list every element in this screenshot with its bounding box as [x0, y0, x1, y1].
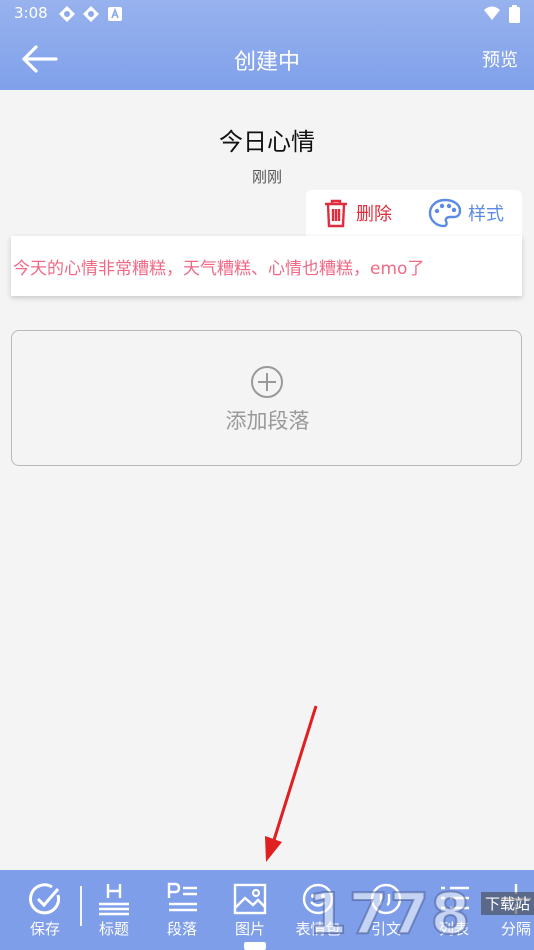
watermark-suffix: 下载站 [480, 892, 534, 915]
preview-button[interactable]: 预览 [482, 46, 518, 72]
palette-icon [428, 198, 462, 228]
style-paragraph-button[interactable]: 样式 [428, 198, 504, 228]
trash-icon [325, 199, 347, 228]
text-notification-icon [108, 7, 122, 21]
watermark: 1778 下载站 [300, 878, 534, 950]
paragraph-actions: 删除 样式 [306, 190, 522, 236]
notification-icons [58, 5, 124, 23]
heading-label: 标题 [98, 920, 129, 938]
page-title: 创建中 [233, 50, 300, 75]
document-title[interactable]: 今日心情 [0, 122, 534, 157]
check-circle-icon [29, 883, 61, 915]
toolbar-divider [80, 886, 82, 926]
heading-icon [99, 884, 129, 916]
system-icons [483, 5, 520, 23]
heading-button[interactable]: 标题 [84, 882, 144, 939]
image-icon [233, 883, 267, 915]
save-label: 保存 [29, 920, 60, 938]
app-notification-icon [83, 6, 99, 22]
add-paragraph-label: 添加段落 [225, 409, 310, 433]
app-bar: 创建中 预览 [0, 28, 534, 90]
plus-circle-icon [251, 366, 283, 398]
status-bar: 3:08 [0, 0, 534, 28]
image-button[interactable]: 图片 [220, 882, 280, 939]
style-label: 样式 [468, 204, 504, 225]
delete-label: 删除 [356, 204, 392, 225]
paragraph-button[interactable]: 段落 [152, 882, 212, 939]
paragraph-icon [167, 882, 197, 912]
battery-icon [509, 5, 520, 23]
paragraph-text: 今天的心情非常糟糕，天气糟糕、心情也糟糕，emo了 [13, 259, 425, 279]
app-notification-icon [59, 6, 75, 22]
delete-paragraph-button[interactable]: 删除 [322, 198, 392, 228]
selected-tab-indicator [244, 942, 266, 950]
status-time: 3:08 [14, 4, 48, 22]
paragraph-label: 段落 [166, 920, 197, 938]
image-label: 图片 [234, 920, 265, 938]
document-timestamp: 刚刚 [251, 168, 282, 186]
add-paragraph-button[interactable]: 添加段落 [11, 330, 522, 466]
header: 3:08 创建中 预览 [0, 0, 534, 90]
paragraph-block[interactable]: 今天的心情非常糟糕，天气糟糕、心情也糟糕，emo了 [11, 236, 522, 296]
wifi-icon [484, 6, 500, 20]
watermark-text: 1778 [307, 881, 472, 948]
save-button[interactable]: 保存 [15, 882, 75, 939]
